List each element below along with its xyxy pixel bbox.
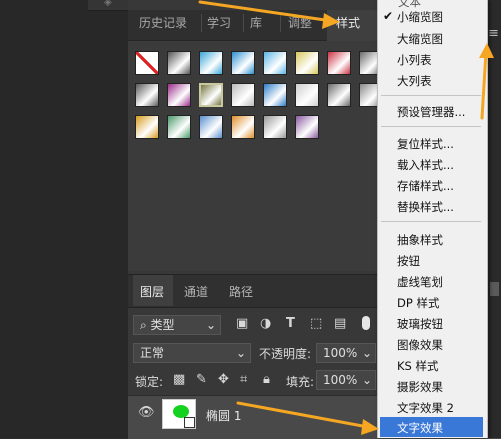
arrow-to-menu-icon	[480, 50, 488, 120]
arrowhead	[361, 419, 379, 435]
arrowhead	[322, 13, 340, 29]
arrowhead	[479, 43, 494, 58]
annotation-arrows	[198, 0, 494, 435]
arrow-to-styles-tab	[198, 0, 334, 23]
arrow-to-text-effects	[236, 401, 370, 429]
